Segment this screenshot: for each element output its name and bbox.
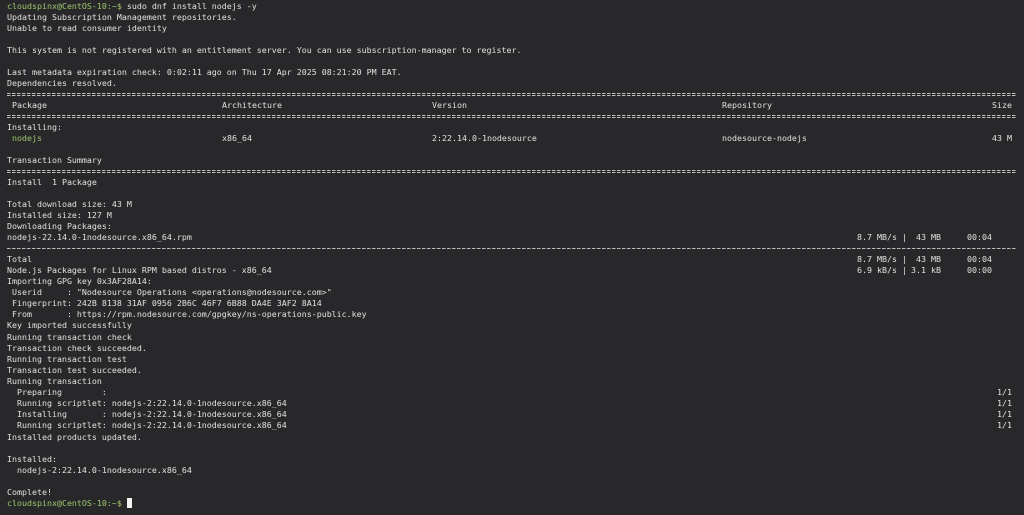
download-speed: 6.9 kB/s [857, 265, 897, 276]
output-line: This system is not registered with an en… [7, 45, 522, 56]
download-size-value: 43 MB [916, 232, 941, 243]
output-line: Transaction test succeeded. [7, 365, 142, 376]
step-label: Installing : nodejs-2:22.14.0-1nodesourc… [7, 409, 287, 420]
output-line: Running transaction test [7, 354, 127, 365]
table-row: nodejs x86_64 2:22.14.0-1nodesource node… [0, 133, 1024, 144]
separator [0, 166, 1024, 177]
header-package: Package [12, 100, 47, 111]
installed-title: Installed: [7, 454, 57, 465]
download-speed: 8.7 MB/s [857, 232, 897, 243]
terminal-window[interactable]: { "colors":{"background":"#28282a","text… [0, 0, 1024, 515]
download-name: nodejs-22.14.0-1nodesource.x86_64.rpm [7, 232, 192, 243]
summary-title: Transaction Summary [7, 155, 102, 166]
download-time: 00:00 [967, 265, 992, 276]
download-time: 00:04 [967, 232, 992, 243]
prompt: cloudspinx@CentOS-10:~$ [7, 498, 122, 508]
output-line: Fingerprint: 242B 8138 31AF 0956 2B6C 46… [7, 298, 322, 309]
command-text: sudo dnf install nodejs -y [122, 1, 257, 11]
package-arch: x86_64 [222, 133, 252, 144]
package-name: nodejs [12, 133, 42, 144]
output-line: Key imported successfully [7, 320, 132, 331]
table-header: Package Architecture Version Repository … [0, 100, 1024, 111]
step-progress: 1/1 [997, 420, 1012, 431]
step-row: Preparing : 1/1 [0, 387, 1024, 398]
step-label: Preparing : [7, 387, 107, 398]
output-line: Dependencies resolved. [7, 78, 117, 89]
output-line: Installed products updated. [7, 432, 142, 443]
package-size: 43 M [992, 133, 1012, 144]
download-size-value: 43 MB [916, 254, 941, 265]
step-row: Running scriptlet: nodejs-2:22.14.0-1nod… [0, 420, 1024, 431]
cursor [127, 498, 132, 508]
separator [0, 111, 1024, 122]
output-line: Running transaction check [7, 332, 132, 343]
step-progress: 1/1 [997, 409, 1012, 420]
step-progress: 1/1 [997, 398, 1012, 409]
download-size: Total download size: 43 M [7, 199, 132, 210]
download-speed: 8.7 MB/s [857, 254, 897, 265]
output-line: Updating Subscription Management reposit… [7, 12, 237, 23]
download-name: Node.js Packages for Linux RPM based dis… [7, 265, 272, 276]
download-time: 00:04 [967, 254, 992, 265]
download-name: Total [7, 254, 32, 265]
section-label: Installing: [7, 122, 62, 133]
pipe: | [902, 232, 907, 243]
header-version: Version [432, 100, 467, 111]
output-line: Userid : "Nodesource Operations <operati… [7, 287, 332, 298]
header-arch: Architecture [222, 100, 282, 111]
separator [0, 89, 1024, 100]
prompt: cloudspinx@CentOS-10:~$ [7, 1, 122, 11]
download-size-value: 3.1 kB [911, 265, 941, 276]
pipe: | [902, 254, 907, 265]
step-label: Running scriptlet: nodejs-2:22.14.0-1nod… [7, 398, 287, 409]
installed-size: Installed size: 127 M [7, 210, 112, 221]
install-count: Install 1 Package [7, 177, 97, 188]
download-row: nodejs-22.14.0-1nodesource.x86_64.rpm 8.… [0, 232, 1024, 243]
installed-package: nodejs-2:22.14.0-1nodesource.x86_64 [7, 465, 192, 476]
downloading-label: Downloading Packages: [7, 221, 112, 232]
separator [0, 243, 1024, 254]
step-row: Running scriptlet: nodejs-2:22.14.0-1nod… [0, 398, 1024, 409]
download-row: Node.js Packages for Linux RPM based dis… [0, 265, 1024, 276]
download-row: Total 8.7 MB/s | 43 MB 00:04 [0, 254, 1024, 265]
output-line: Unable to read consumer identity [7, 23, 167, 34]
header-repo: Repository [722, 100, 772, 111]
step-label: Running scriptlet: nodejs-2:22.14.0-1nod… [7, 420, 287, 431]
output-line: From : https://rpm.nodesource.com/gpgkey… [7, 309, 367, 320]
header-size: Size [992, 100, 1012, 111]
prompt-line[interactable]: cloudspinx@CentOS-10:~$ [0, 498, 1024, 509]
output-line: Last metadata expiration check: 0:02:11 … [7, 67, 402, 78]
command-line: cloudspinx@CentOS-10:~$ sudo dnf install… [0, 1, 1024, 12]
output-line: Importing GPG key 0x3AF28A14: [7, 276, 152, 287]
step-row: Installing : nodejs-2:22.14.0-1nodesourc… [0, 409, 1024, 420]
output-line: Running transaction [7, 376, 102, 387]
package-version: 2:22.14.0-1nodesource [432, 133, 537, 144]
pipe: | [902, 265, 907, 276]
complete-message: Complete! [7, 487, 52, 498]
package-repo: nodesource-nodejs [722, 133, 807, 144]
step-progress: 1/1 [997, 387, 1012, 398]
output-line: Transaction check succeeded. [7, 343, 147, 354]
